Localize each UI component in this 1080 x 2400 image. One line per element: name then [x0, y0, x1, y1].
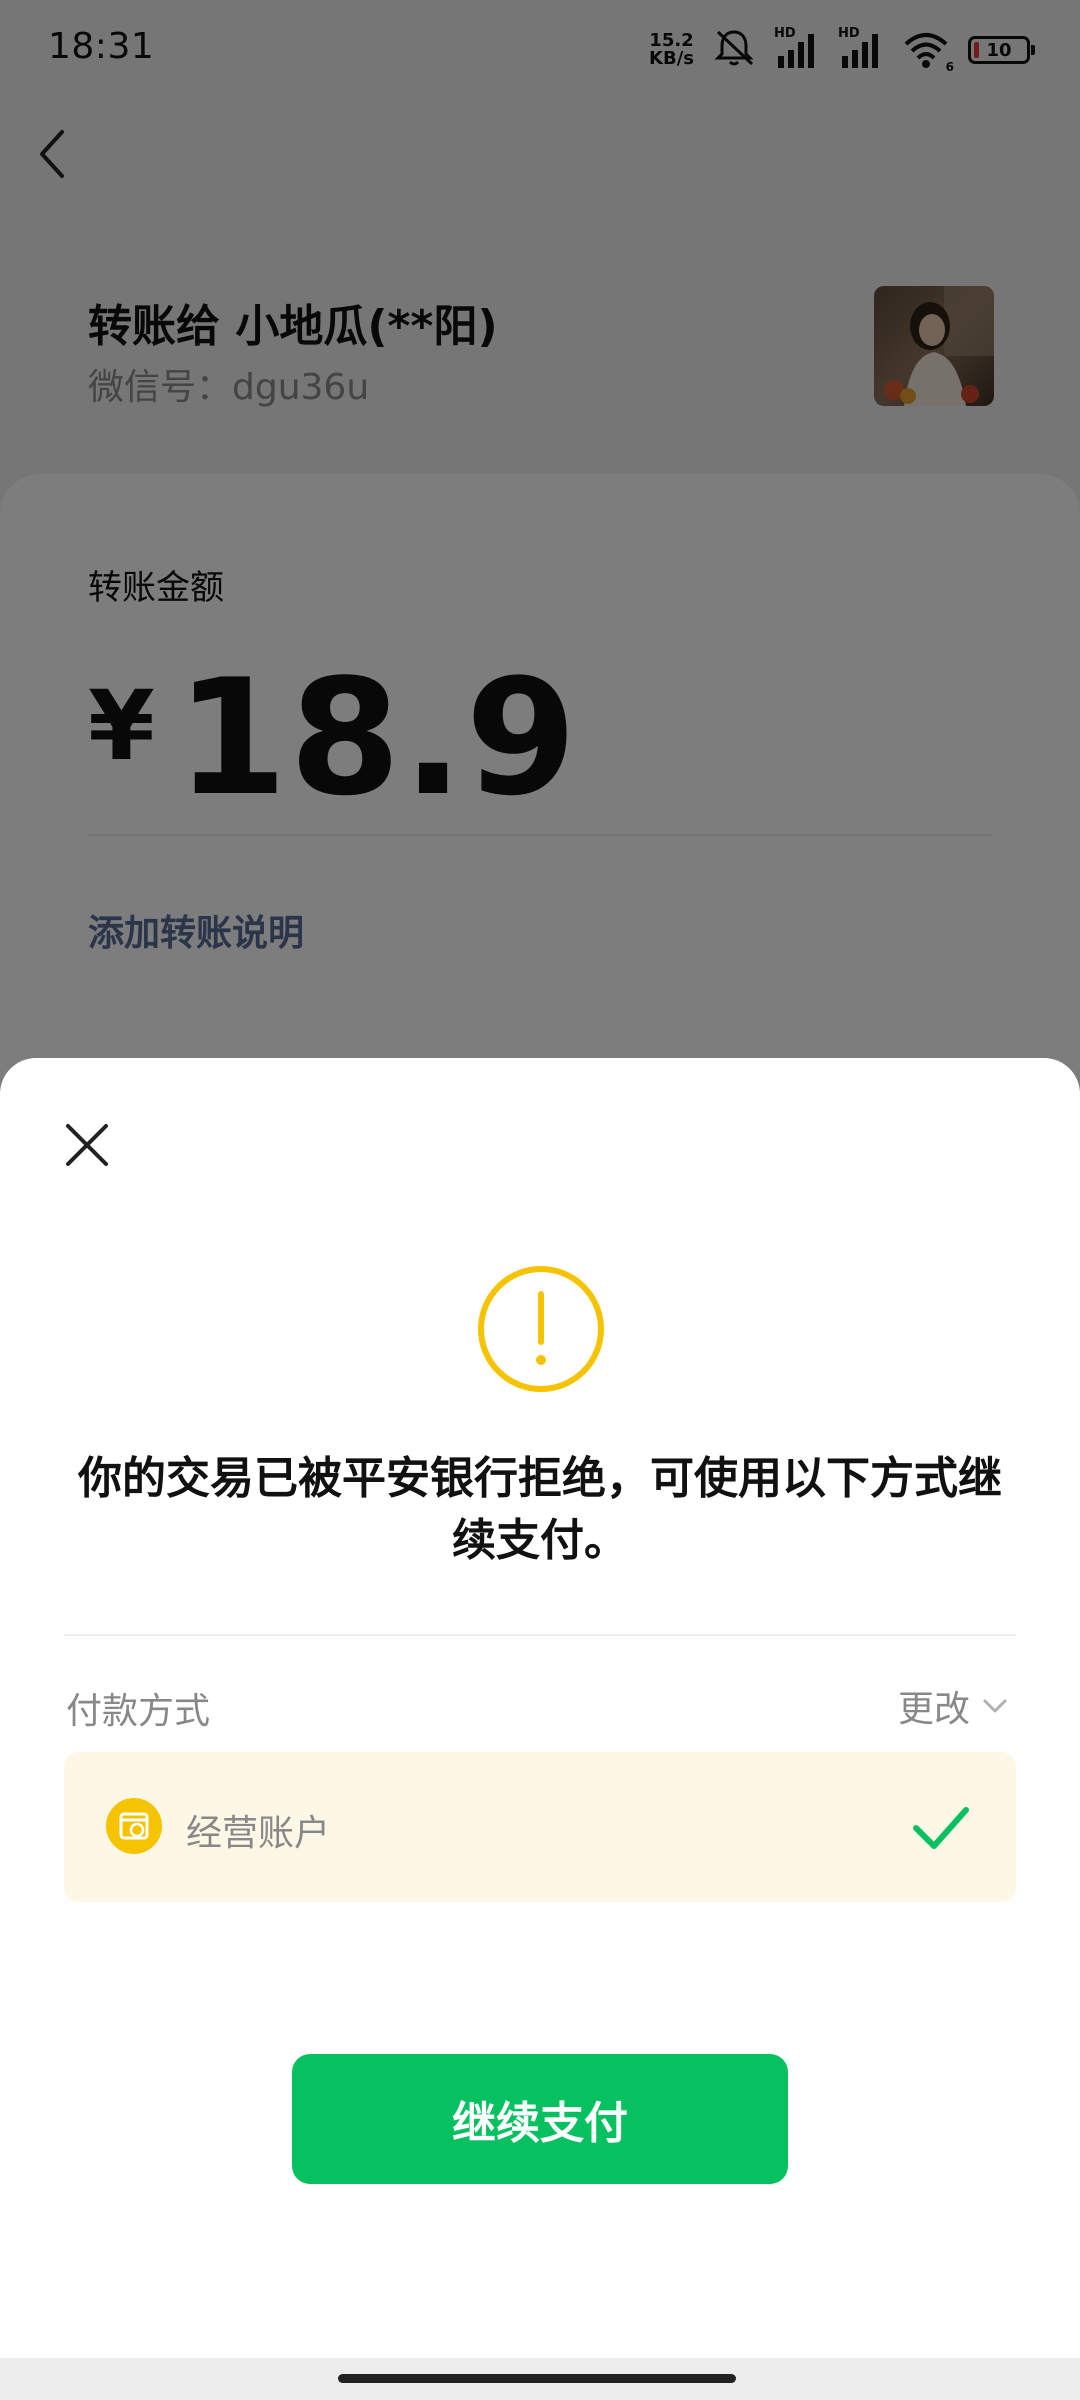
home-indicator[interactable] [338, 2374, 736, 2383]
exclamation-circle-icon [476, 1264, 606, 1394]
check-icon [910, 1796, 972, 1858]
continue-payment-button[interactable]: 继续支付 [292, 2054, 788, 2184]
error-message: 你的交易已被平安银行拒绝，可使用以下方式继续支付。 [78, 1453, 1002, 1566]
chevron-down-icon [983, 1699, 1007, 1713]
payment-method-label: 付款方式 [66, 1691, 211, 1732]
divider [64, 1634, 1016, 1636]
change-payment-method-button[interactable]: 更改 [898, 1680, 1008, 1732]
close-button[interactable] [62, 1120, 112, 1170]
close-icon [66, 1124, 108, 1166]
store-icon [106, 1798, 162, 1854]
payment-option-label: 经营账户 [186, 1813, 331, 1854]
payment-option-business-account[interactable]: 经营账户 [64, 1752, 1016, 1902]
change-label: 更改 [897, 1689, 970, 1730]
